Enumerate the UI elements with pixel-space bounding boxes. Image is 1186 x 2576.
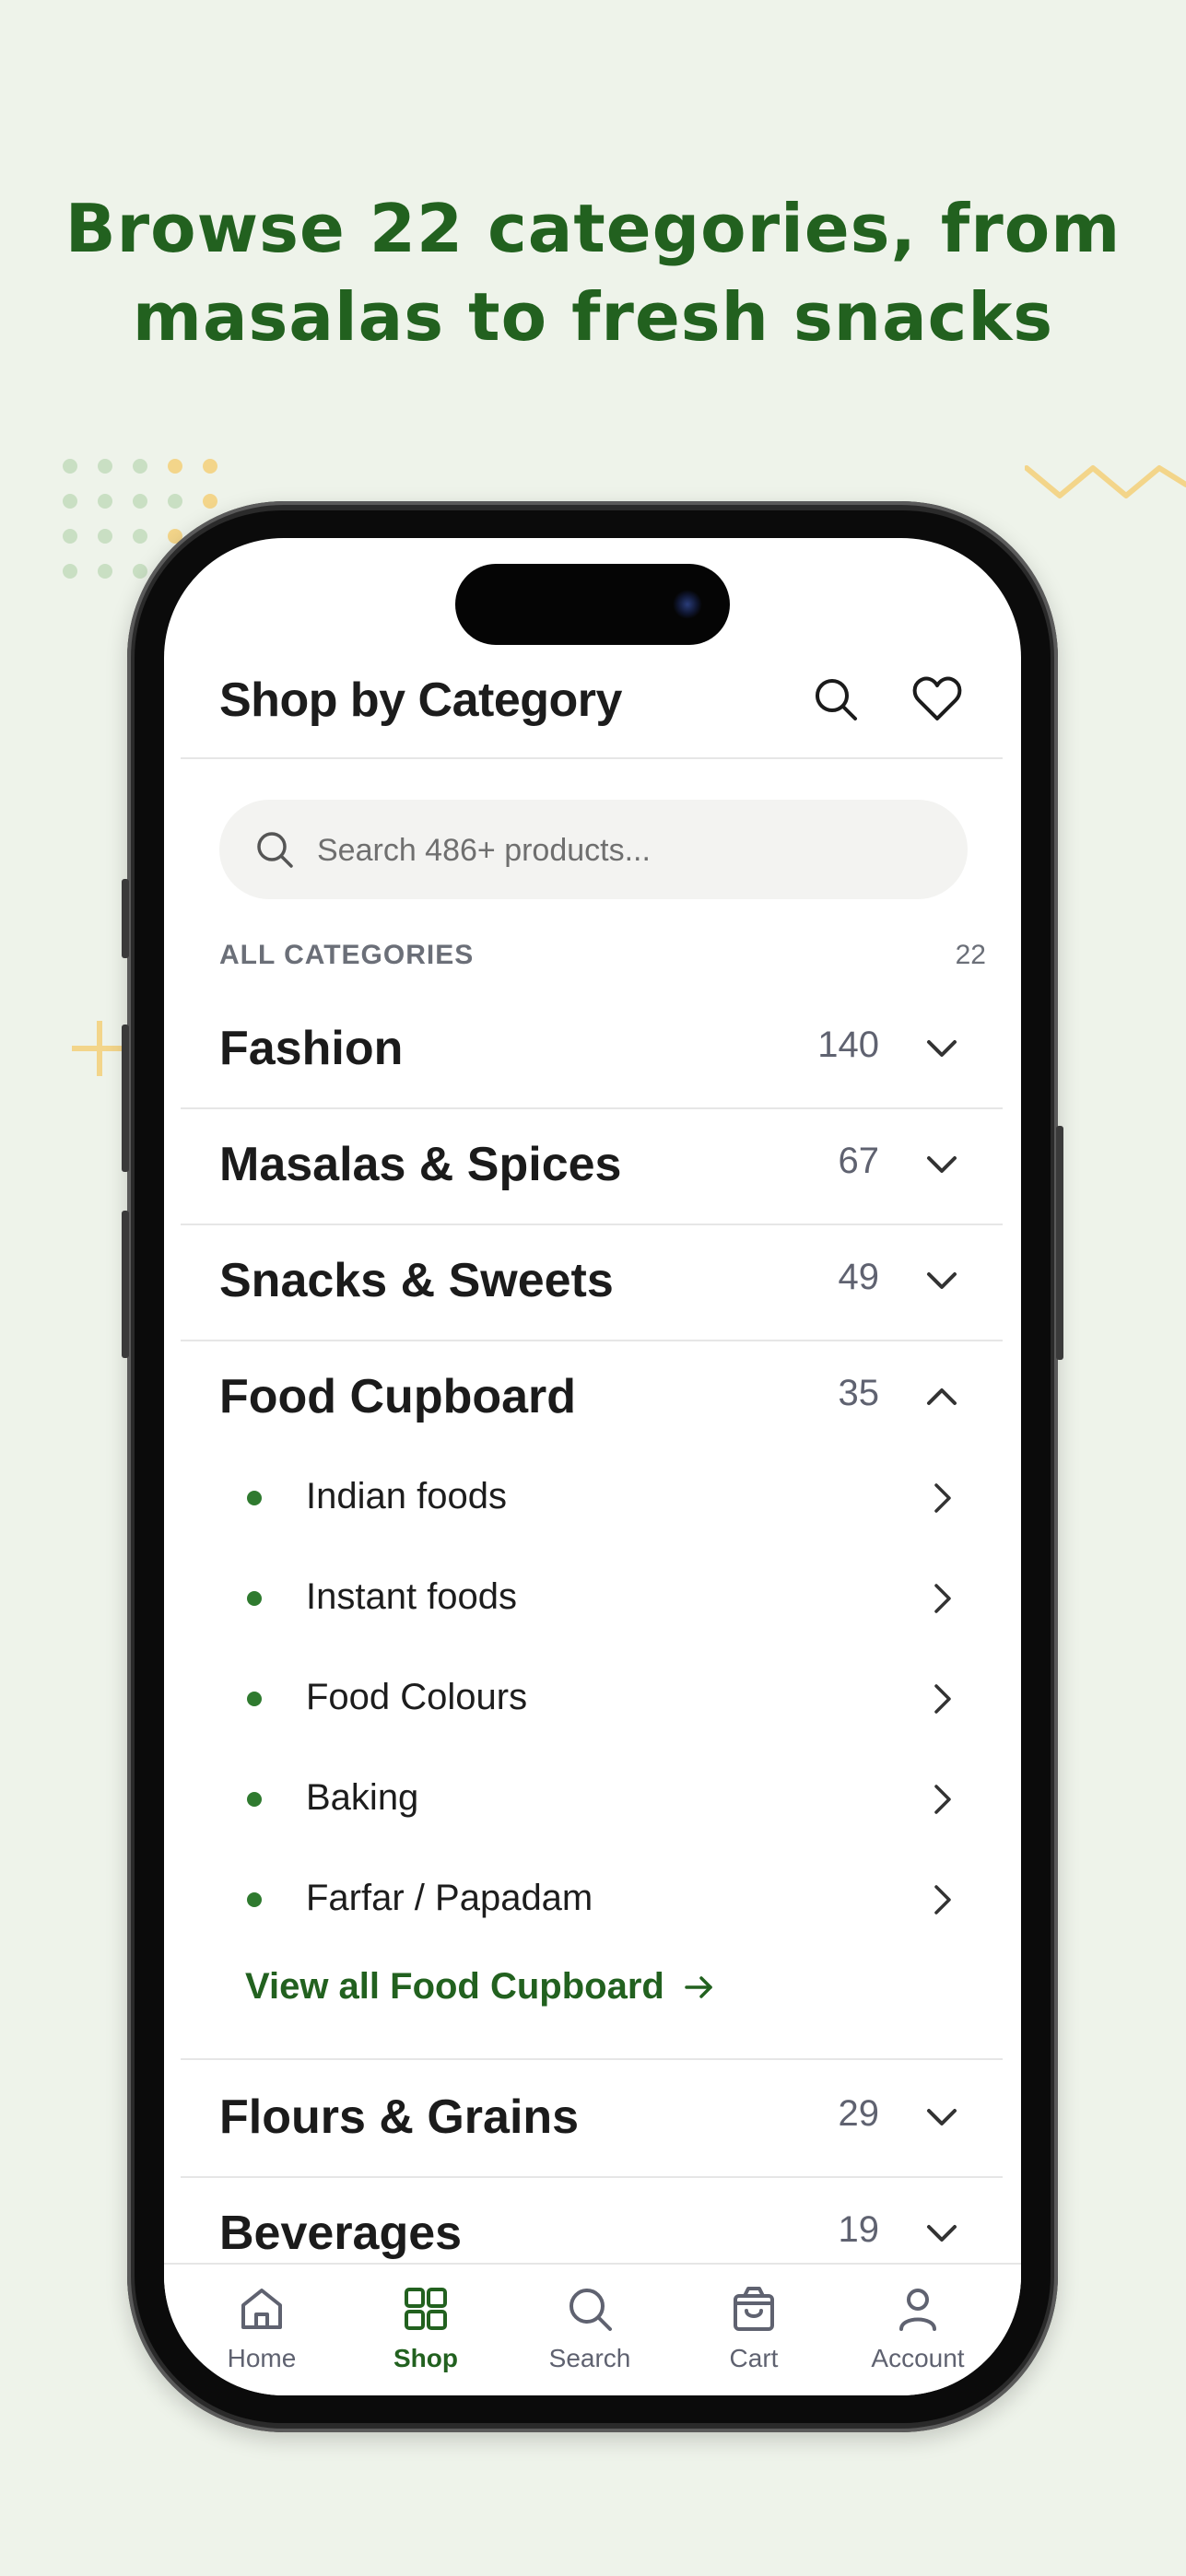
bullet-dot <box>247 1692 262 1706</box>
search-input[interactable] <box>315 822 927 879</box>
phone-power-button <box>1056 1126 1063 1360</box>
subcategory-name: Indian foods <box>306 1476 507 1516</box>
tab-label: Search <box>548 2344 631 2372</box>
camera-lens <box>673 590 702 619</box>
category-row-food-cupboard[interactable]: Food Cupboard 35 <box>181 1340 1003 1456</box>
chevron-down-icon <box>927 1272 957 1289</box>
tab-label: Account <box>871 2344 965 2372</box>
search-icon <box>257 832 293 868</box>
category-count: 67 <box>838 1141 880 1181</box>
headline-line-1: Browse 22 categories, from <box>65 190 1121 267</box>
category-row-flours[interactable]: Flours & Grains 29 <box>181 2058 1003 2178</box>
view-all-label: View all Food Cupboard <box>245 1966 664 2007</box>
subcategory-name: Food Colours <box>306 1677 528 1717</box>
subcategory-name: Farfar / Papadam <box>306 1878 593 1918</box>
chevron-right-icon <box>934 1885 951 1914</box>
tab-shop[interactable]: Shop <box>343 2281 509 2383</box>
category-name: Flours & Grains <box>219 2090 580 2144</box>
phone-action-button <box>122 879 129 958</box>
decorative-plus <box>72 1021 127 1076</box>
chevron-right-icon <box>934 1483 951 1513</box>
headline-line-2: masalas to fresh snacks <box>132 278 1054 356</box>
tab-account[interactable]: Account <box>835 2281 1001 2383</box>
section-count: 22 <box>955 940 986 970</box>
subcategory-name: Baking <box>306 1777 419 1818</box>
chevron-down-icon <box>927 2109 957 2125</box>
tab-cart[interactable]: Cart <box>671 2281 837 2383</box>
category-row-fashion[interactable]: Fashion 140 <box>181 991 1003 1109</box>
chevron-right-icon <box>934 1584 951 1613</box>
phone-volume-up-button <box>122 1025 129 1172</box>
category-count: 19 <box>838 2209 880 2250</box>
search-icon <box>570 2289 612 2331</box>
chevron-down-icon <box>927 2225 957 2242</box>
chevron-right-icon <box>934 1684 951 1714</box>
phone-volume-down-button <box>122 1211 129 1358</box>
category-name: Masalas & Spices <box>219 1138 622 1191</box>
subcategory-item[interactable]: Indian foods <box>181 1448 1003 1548</box>
search-icon[interactable] <box>804 667 868 732</box>
page-title: Shop by Category <box>219 673 622 727</box>
app-header: Shop by Category <box>181 649 1003 759</box>
home-icon <box>241 2289 282 2329</box>
subcategory-item[interactable]: Farfar / Papadam <box>181 1850 1003 1950</box>
user-icon <box>899 2289 936 2331</box>
category-row-snacks[interactable]: Snacks & Sweets 49 <box>181 1224 1003 1341</box>
phone-screen: Shop by Category ALL CATEGORIES 22 Fashi… <box>164 538 1021 2395</box>
search-bar[interactable] <box>219 800 968 899</box>
category-name: Beverages <box>219 2207 463 2260</box>
subcategory-item[interactable]: Food Colours <box>181 1649 1003 1749</box>
category-count: 140 <box>817 1025 879 1065</box>
category-count: 49 <box>838 1257 880 1297</box>
subcategory-item[interactable]: Baking <box>181 1750 1003 1849</box>
heart-icon[interactable] <box>905 667 969 732</box>
chevron-down-icon <box>927 1040 957 1057</box>
bullet-dot <box>247 1491 262 1505</box>
tab-label: Cart <box>729 2344 779 2372</box>
category-name: Food Cupboard <box>219 1370 577 1423</box>
bullet-dot <box>247 1591 262 1606</box>
section-label: ALL CATEGORIES <box>219 940 475 970</box>
bullet-dot <box>247 1792 262 1807</box>
subcategory-item[interactable]: Instant foods <box>181 1549 1003 1648</box>
shopping-bag-icon <box>734 2287 774 2331</box>
chevron-right-icon <box>934 1785 951 1814</box>
chevron-up-icon <box>927 1388 957 1405</box>
category-row-masalas[interactable]: Masalas & Spices 67 <box>181 1107 1003 1225</box>
view-all-link[interactable]: View all Food Cupboard <box>245 1966 718 2008</box>
arrow-right-icon <box>685 1975 712 1998</box>
subcategory-name: Instant foods <box>306 1576 518 1617</box>
category-count: 35 <box>838 1373 880 1413</box>
dynamic-island <box>455 564 730 645</box>
category-count: 29 <box>838 2093 880 2134</box>
tab-label: Home <box>227 2344 297 2372</box>
category-name: Fashion <box>219 1022 404 1075</box>
category-name: Snacks & Sweets <box>219 1254 614 1307</box>
tab-label: Shop <box>393 2344 458 2372</box>
bottom-tab-bar: Home Shop Search Cart Account <box>164 2263 1021 2395</box>
marketing-headline: Browse 22 categories, from masalas to fr… <box>0 184 1186 361</box>
bullet-dot <box>247 1892 262 1907</box>
decorative-zigzag <box>1025 465 1186 498</box>
chevron-down-icon <box>927 1156 957 1173</box>
grid-icon <box>405 2288 447 2330</box>
tab-home[interactable]: Home <box>179 2281 345 2383</box>
tab-search[interactable]: Search <box>507 2281 673 2383</box>
